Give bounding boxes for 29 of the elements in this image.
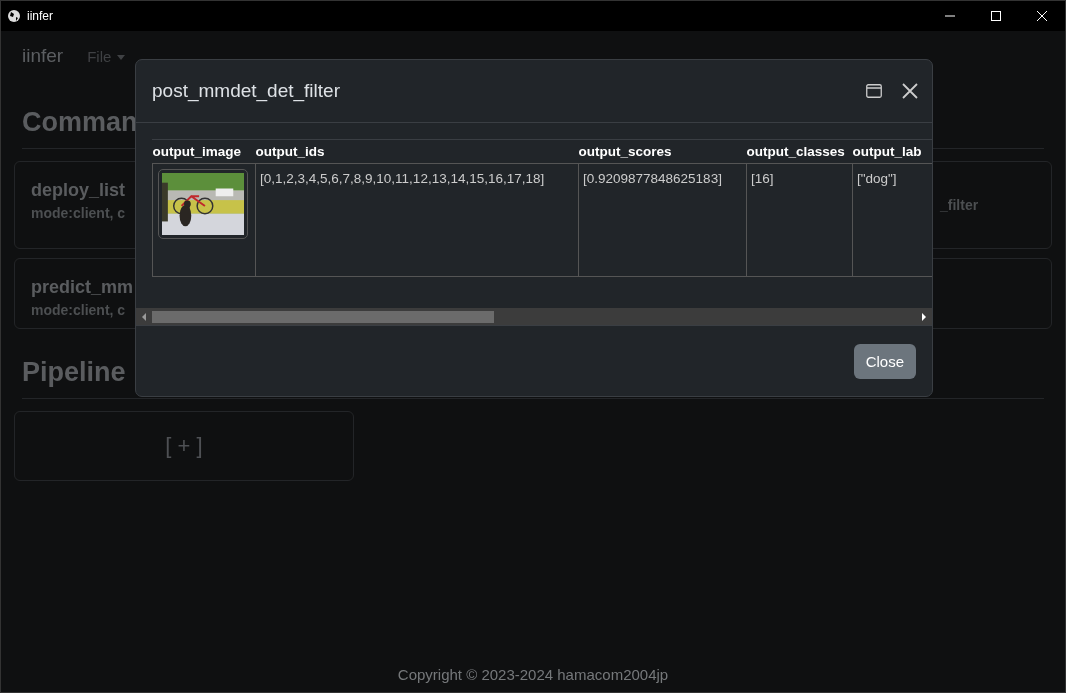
card-subtitle: mode:client, c	[31, 205, 126, 222]
card-subtitle: _filter	[940, 197, 979, 214]
column-header: output_classes	[746, 140, 853, 164]
table-cell: [0.9209877848625183]	[578, 163, 747, 277]
card-subtitle: mode:client, c	[31, 302, 126, 319]
close-button[interactable]: Close	[853, 343, 916, 379]
column-header: output_ids	[255, 140, 579, 164]
card-title: predict_mm	[31, 277, 134, 299]
close-icon[interactable]	[902, 83, 918, 99]
scroll-left-icon[interactable]	[141, 312, 147, 321]
card-title: deploy_list	[31, 180, 126, 202]
column-header: output_lab	[852, 140, 932, 164]
column-header: output_scores	[578, 140, 747, 164]
section-heading: Comman	[21, 106, 139, 139]
globe-icon	[7, 9, 21, 23]
add-label: [ + ]	[165, 433, 203, 460]
table-cell: [16]	[746, 163, 853, 277]
table-cell: [0,1,2,3,4,5,6,7,8,9,10,11,12,13,14,15,16,17,18]	[255, 163, 579, 277]
scroll-right-icon[interactable]	[921, 312, 927, 321]
caret-icon	[117, 55, 126, 61]
dialog-title: post_mmdet_det_filter	[152, 80, 341, 102]
maximize-icon[interactable]	[866, 84, 882, 98]
copyright-text: Copyright © 2023-2024 hamacom2004jp	[396, 666, 670, 685]
app-brand[interactable]: iinfer	[22, 45, 64, 67]
horizontal-scrollbar[interactable]	[136, 308, 932, 325]
section-heading: Pipeline	[21, 356, 127, 389]
column-header: output_image	[152, 140, 256, 164]
window-title: iinfer	[27, 9, 53, 23]
add-pipeline-card[interactable]: [ + ]	[14, 411, 354, 482]
